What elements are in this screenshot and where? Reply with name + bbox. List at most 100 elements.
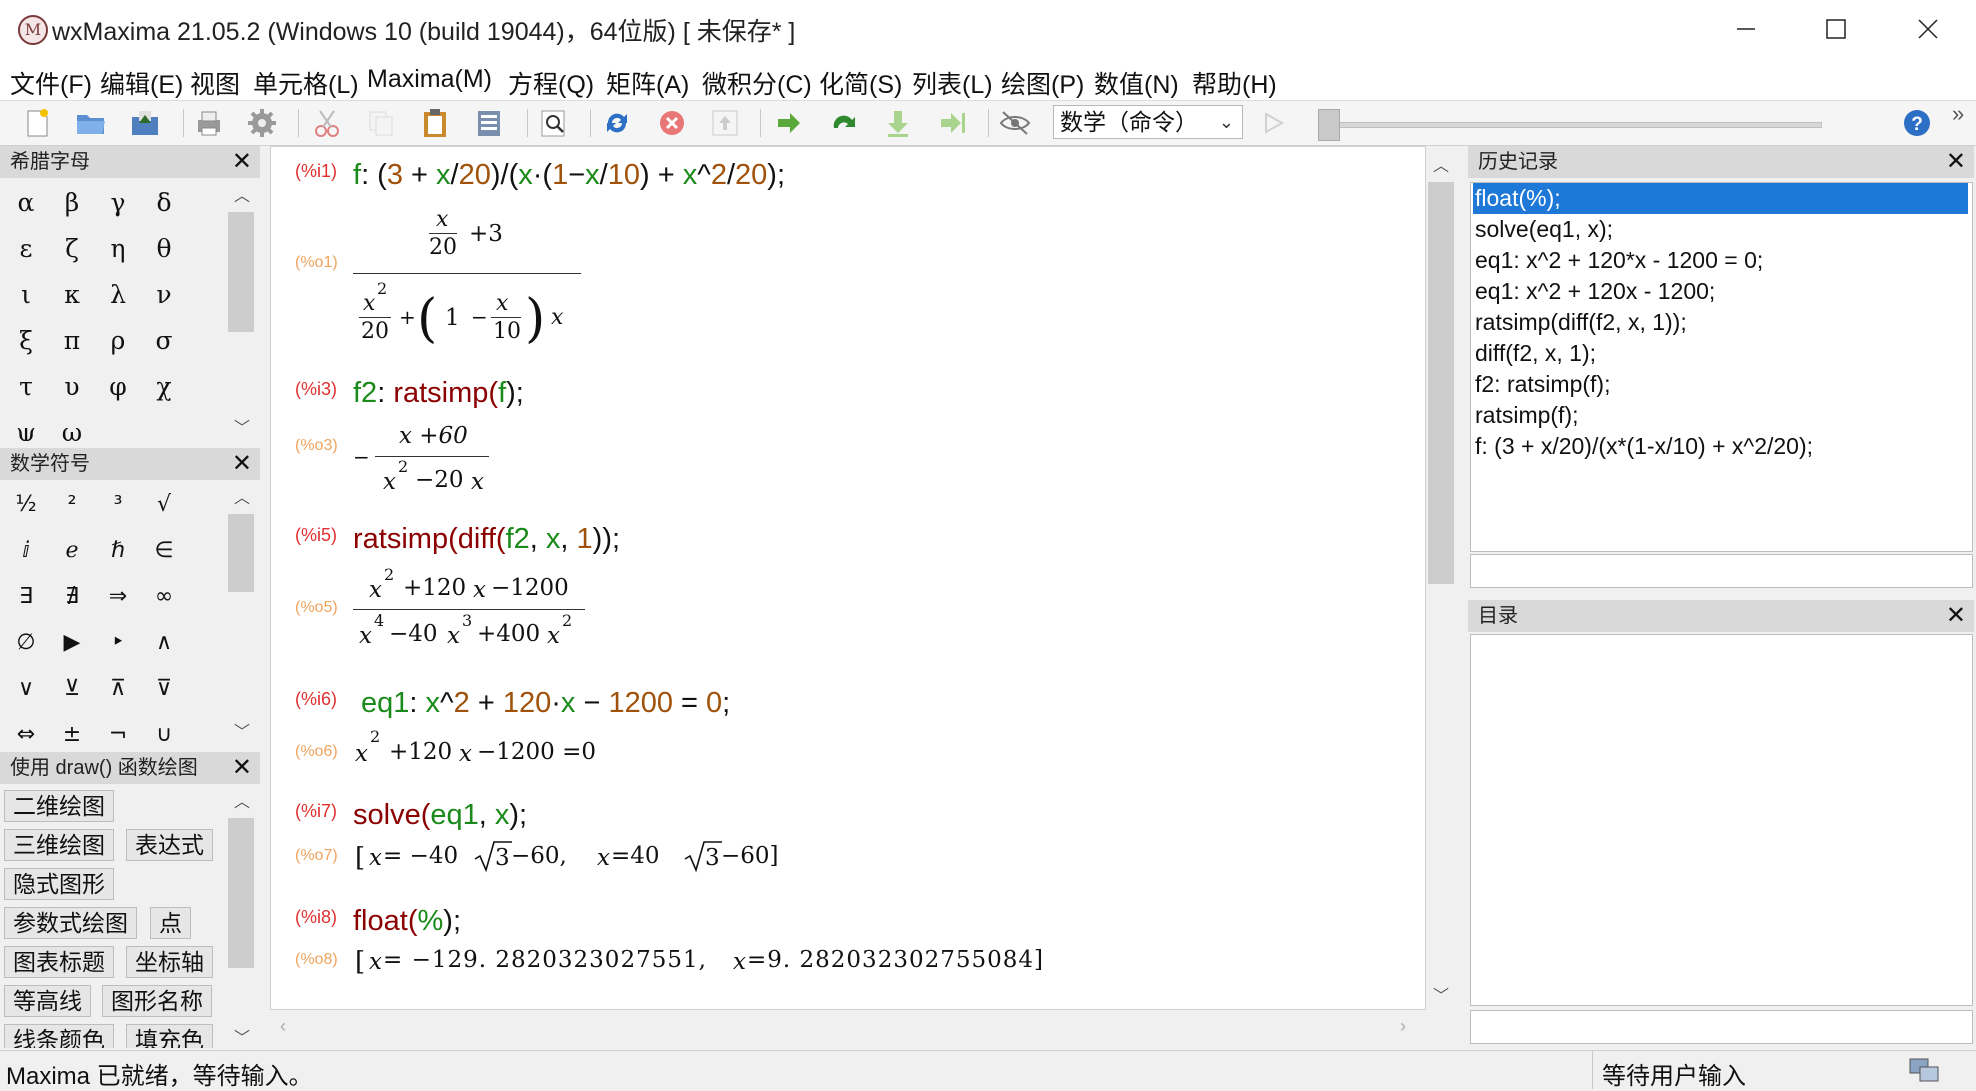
history-item[interactable]: f2: ratsimp(f); [1473, 369, 1610, 400]
worksheet[interactable]: (%i1) f: (3 + x/20)/(x·(1−x/10) + x^2/20… [270, 146, 1426, 1010]
animation-slider-track[interactable] [1318, 122, 1822, 128]
menu-calculus[interactable]: 微积分(C) [702, 65, 812, 101]
maximize-button[interactable] [1800, 6, 1872, 52]
history-item[interactable]: eq1: x^2 + 120*x - 1200 = 0; [1473, 245, 1763, 276]
history-item[interactable]: ratsimp(diff(f2, x, 1)); [1473, 307, 1687, 338]
draw-implicit-button[interactable]: 隐式图形 [4, 868, 114, 900]
greek-gamma[interactable]: γ [95, 188, 141, 217]
draw-parametric-button[interactable]: 参数式绘图 [4, 907, 137, 939]
symbol-bullet[interactable]: ‣ [95, 630, 141, 655]
settings-icon[interactable] [245, 106, 279, 140]
greek-alpha[interactable]: α [3, 188, 49, 217]
history-item[interactable]: f: (3 + x/20)/(x*(1-x/10) + x^2/20); [1473, 431, 1813, 462]
minimize-button[interactable] [1710, 6, 1782, 52]
draw-fill-color-button[interactable]: 填充色 [126, 1024, 213, 1048]
history-filter-input[interactable] [1470, 554, 1973, 588]
input-cell-3[interactable]: f2: ratsimp(f); [353, 377, 524, 410]
scroll-up-icon[interactable]: ︿ [1433, 152, 1449, 176]
upload-icon[interactable] [708, 106, 742, 140]
symbol-implies[interactable]: ⇒ [95, 584, 141, 609]
history-item-selected[interactable]: float(%); [1473, 183, 1968, 214]
menu-edit[interactable]: 编辑(E) [100, 65, 183, 101]
menu-cell[interactable]: 单元格(L) [253, 65, 359, 101]
find-icon[interactable] [537, 106, 571, 140]
math-scrollbar[interactable]: ︿ ﹀ [226, 482, 258, 744]
cut-icon[interactable] [310, 106, 344, 140]
menu-matrix[interactable]: 矩阵(A) [606, 65, 689, 101]
symbol-and[interactable]: ∧ [141, 630, 187, 655]
scroll-up-icon[interactable]: ︿ [234, 788, 250, 812]
input-cell-8[interactable]: float(%); [353, 905, 461, 938]
greek-chi[interactable]: χ [141, 372, 187, 401]
input-cell-7[interactable]: solve(eq1, x); [353, 799, 527, 832]
down-icon[interactable] [881, 106, 915, 140]
scroll-right-icon[interactable]: › [1400, 1016, 1406, 1037]
greek-tau[interactable]: τ [3, 372, 49, 401]
paste-icon[interactable] [418, 106, 452, 140]
scroll-down-icon[interactable]: ﹀ [234, 718, 250, 742]
history-list[interactable]: float(%); solve(eq1, x); eq1: x^2 + 120*… [1470, 182, 1973, 552]
menu-list[interactable]: 列表(L) [912, 65, 993, 101]
symbol-element-of[interactable]: ∈ [141, 538, 187, 563]
worksheet-hscrollbar[interactable]: ‹ › [270, 1010, 1426, 1046]
menu-maxima[interactable]: Maxima(M) [367, 65, 492, 94]
symbol-triangle-right[interactable]: ▶ [49, 630, 95, 655]
input-cell-6[interactable]: eq1: x^2 + 120·x − 1200 = 0; [361, 687, 730, 720]
draw-contour-button[interactable]: 等高线 [4, 985, 91, 1017]
scroll-left-icon[interactable]: ‹ [280, 1016, 286, 1037]
symbol-or[interactable]: ∨ [3, 676, 49, 701]
symbol-cubed[interactable]: ³ [95, 492, 141, 517]
hide-icon[interactable] [998, 106, 1032, 140]
menu-file[interactable]: 文件(F) [10, 65, 92, 101]
close-icon[interactable]: ✕ [232, 752, 252, 784]
interrupt-icon[interactable] [655, 106, 689, 140]
scroll-thumb[interactable] [228, 212, 254, 332]
greek-lambda[interactable]: λ [95, 280, 141, 309]
overflow-chevron-icon[interactable]: » [1952, 101, 1964, 127]
copy-icon[interactable] [364, 106, 398, 140]
draw-2d-button[interactable]: 二维绘图 [4, 790, 114, 822]
scroll-up-icon[interactable]: ︿ [234, 182, 250, 206]
symbol-half[interactable]: ½ [3, 492, 49, 517]
greek-omega[interactable]: ω [49, 418, 95, 441]
draw-expression-button[interactable]: 表达式 [126, 829, 213, 861]
symbol-not[interactable]: ¬ [95, 722, 141, 744]
greek-rho[interactable]: ρ [95, 326, 141, 355]
menu-simplify[interactable]: 化简(S) [819, 65, 902, 101]
draw-line-color-button[interactable]: 线条颜色 [4, 1024, 114, 1048]
history-item[interactable]: diff(f2, x, 1); [1473, 338, 1596, 369]
input-cell-5[interactable]: ratsimp(diff(f2, x, 1)); [353, 523, 620, 556]
greek-kappa[interactable]: κ [49, 280, 95, 309]
play-icon[interactable] [1256, 106, 1290, 140]
greek-phi[interactable]: φ [95, 372, 141, 401]
toc-filter-input[interactable] [1470, 1010, 1973, 1044]
input-cell-1[interactable]: f: (3 + x/20)/(x·(1−x/10) + x^2/20); [353, 159, 785, 192]
menu-numeric[interactable]: 数值(N) [1094, 65, 1179, 101]
history-item[interactable]: solve(eq1, x); [1473, 214, 1613, 245]
menu-equations[interactable]: 方程(Q) [508, 65, 594, 101]
symbol-imaginary[interactable]: ⅈ [3, 538, 49, 563]
refresh-icon[interactable] [600, 106, 634, 140]
close-icon[interactable]: ✕ [232, 448, 252, 480]
menu-view[interactable]: 视图 [190, 65, 240, 101]
greek-iota[interactable]: ι [3, 280, 49, 309]
close-icon[interactable]: ✕ [1946, 146, 1966, 178]
scroll-down-icon[interactable]: ﹀ [234, 1024, 250, 1048]
symbol-not-exists[interactable]: ∄ [49, 584, 95, 609]
maxima-logo-icon[interactable]: M [18, 15, 48, 45]
symbol-iff[interactable]: ⇔ [3, 722, 49, 744]
greek-scrollbar[interactable]: ︿ ﹀ [226, 180, 258, 440]
symbol-euler[interactable]: ℯ [49, 538, 95, 563]
close-icon[interactable]: ✕ [232, 146, 252, 178]
draw-3d-button[interactable]: 三维绘图 [4, 829, 114, 861]
scroll-down-icon[interactable]: ﹀ [1433, 982, 1449, 1006]
symbol-empty-set[interactable]: ∅ [3, 630, 49, 655]
symbol-union[interactable]: ∪ [141, 722, 187, 744]
symbol-sqrt[interactable]: √ [141, 492, 187, 517]
draw-axis-button[interactable]: 坐标轴 [126, 946, 213, 978]
open-folder-icon[interactable] [74, 106, 108, 140]
greek-pi[interactable]: π [49, 326, 95, 355]
greek-zeta[interactable]: ζ [49, 234, 95, 263]
greek-delta[interactable]: δ [141, 188, 187, 217]
symbol-hbar[interactable]: ℏ [95, 538, 141, 563]
